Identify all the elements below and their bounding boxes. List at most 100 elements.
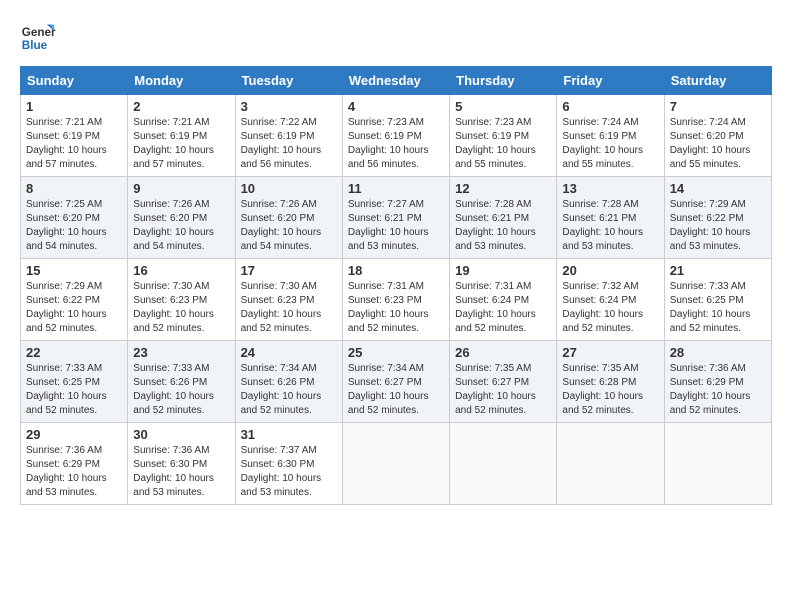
day-number: 6 — [562, 99, 658, 114]
day-number: 8 — [26, 181, 122, 196]
calendar-cell: 6 Sunrise: 7:24 AMSunset: 6:19 PMDaylight… — [557, 95, 664, 177]
day-number: 21 — [670, 263, 766, 278]
logo-icon: General Blue — [20, 20, 56, 56]
day-number: 23 — [133, 345, 229, 360]
page-header: General Blue — [20, 20, 772, 56]
calendar-week-row: 15Sunrise: 7:29 AMSunset: 6:22 PMDayligh… — [21, 259, 772, 341]
day-number: 24 — [241, 345, 337, 360]
day-number: 9 — [133, 181, 229, 196]
svg-text:General: General — [22, 26, 56, 39]
day-number: 11 — [348, 181, 444, 196]
svg-text:Blue: Blue — [22, 39, 48, 52]
day-number: 7 — [670, 99, 766, 114]
calendar-cell: 25 Sunrise: 7:34 AMSunset: 6:27 PMDayligh… — [342, 341, 449, 423]
day-info: Sunrise: 7:27 AMSunset: 6:21 PMDaylight:… — [348, 199, 429, 252]
calendar-cell: 18 Sunrise: 7:31 AMSunset: 6:23 PMDayligh… — [342, 259, 449, 341]
day-info: Sunrise: 7:33 AMSunset: 6:25 PMDaylight:… — [26, 363, 107, 416]
header-thursday: Thursday — [450, 67, 557, 95]
day-info: Sunrise: 7:24 AMSunset: 6:19 PMDaylight:… — [562, 117, 643, 170]
day-number: 5 — [455, 99, 551, 114]
day-number: 1 — [26, 99, 122, 114]
day-info: Sunrise: 7:31 AMSunset: 6:24 PMDaylight:… — [455, 281, 536, 334]
calendar-cell — [664, 423, 771, 505]
day-info: Sunrise: 7:34 AMSunset: 6:27 PMDaylight:… — [348, 363, 429, 416]
calendar-cell: 31 Sunrise: 7:37 AMSunset: 6:30 PMDayligh… — [235, 423, 342, 505]
day-number: 13 — [562, 181, 658, 196]
calendar-cell: 15Sunrise: 7:29 AMSunset: 6:22 PMDayligh… — [21, 259, 128, 341]
day-info: Sunrise: 7:33 AMSunset: 6:26 PMDaylight:… — [133, 363, 214, 416]
calendar-cell: 20 Sunrise: 7:32 AMSunset: 6:24 PMDayligh… — [557, 259, 664, 341]
header-tuesday: Tuesday — [235, 67, 342, 95]
day-number: 16 — [133, 263, 229, 278]
calendar-cell — [450, 423, 557, 505]
calendar-week-row: 1 Sunrise: 7:21 AMSunset: 6:19 PMDaylight… — [21, 95, 772, 177]
calendar-cell: 29 Sunrise: 7:36 AMSunset: 6:29 PMDayligh… — [21, 423, 128, 505]
calendar-cell: 4 Sunrise: 7:23 AMSunset: 6:19 PMDaylight… — [342, 95, 449, 177]
calendar-cell: 1 Sunrise: 7:21 AMSunset: 6:19 PMDaylight… — [21, 95, 128, 177]
day-number: 30 — [133, 427, 229, 442]
calendar-cell: 27Sunrise: 7:35 AMSunset: 6:28 PMDayligh… — [557, 341, 664, 423]
day-info: Sunrise: 7:36 AMSunset: 6:30 PMDaylight:… — [133, 445, 214, 498]
day-number: 12 — [455, 181, 551, 196]
day-number: 19 — [455, 263, 551, 278]
day-info: Sunrise: 7:35 AMSunset: 6:28 PMDaylight:… — [562, 363, 643, 416]
day-info: Sunrise: 7:21 AMSunset: 6:19 PMDaylight:… — [133, 117, 214, 170]
day-number: 18 — [348, 263, 444, 278]
logo: General Blue — [20, 20, 56, 56]
calendar-cell: 7 Sunrise: 7:24 AMSunset: 6:20 PMDaylight… — [664, 95, 771, 177]
day-info: Sunrise: 7:25 AMSunset: 6:20 PMDaylight:… — [26, 199, 107, 252]
day-info: Sunrise: 7:26 AMSunset: 6:20 PMDaylight:… — [133, 199, 214, 252]
calendar-table: SundayMondayTuesdayWednesdayThursdayFrid… — [20, 66, 772, 505]
calendar-cell: 10Sunrise: 7:26 AMSunset: 6:20 PMDayligh… — [235, 177, 342, 259]
day-number: 4 — [348, 99, 444, 114]
day-number: 29 — [26, 427, 122, 442]
day-info: Sunrise: 7:36 AMSunset: 6:29 PMDaylight:… — [26, 445, 107, 498]
day-info: Sunrise: 7:31 AMSunset: 6:23 PMDaylight:… — [348, 281, 429, 334]
day-number: 10 — [241, 181, 337, 196]
day-number: 26 — [455, 345, 551, 360]
day-info: Sunrise: 7:35 AMSunset: 6:27 PMDaylight:… — [455, 363, 536, 416]
day-info: Sunrise: 7:23 AMSunset: 6:19 PMDaylight:… — [348, 117, 429, 170]
header-sunday: Sunday — [21, 67, 128, 95]
calendar-cell: 13 Sunrise: 7:28 AMSunset: 6:21 PMDayligh… — [557, 177, 664, 259]
day-info: Sunrise: 7:29 AMSunset: 6:22 PMDaylight:… — [670, 199, 751, 252]
day-number: 2 — [133, 99, 229, 114]
calendar-cell: 8 Sunrise: 7:25 AMSunset: 6:20 PMDaylight… — [21, 177, 128, 259]
header-saturday: Saturday — [664, 67, 771, 95]
day-number: 31 — [241, 427, 337, 442]
day-info: Sunrise: 7:32 AMSunset: 6:24 PMDaylight:… — [562, 281, 643, 334]
calendar-week-row: 22 Sunrise: 7:33 AMSunset: 6:25 PMDayligh… — [21, 341, 772, 423]
day-number: 17 — [241, 263, 337, 278]
calendar-cell: 9 Sunrise: 7:26 AMSunset: 6:20 PMDaylight… — [128, 177, 235, 259]
day-info: Sunrise: 7:29 AMSunset: 6:22 PMDaylight:… — [26, 281, 107, 334]
calendar-cell: 23 Sunrise: 7:33 AMSunset: 6:26 PMDayligh… — [128, 341, 235, 423]
calendar-cell: 16 Sunrise: 7:30 AMSunset: 6:23 PMDayligh… — [128, 259, 235, 341]
day-info: Sunrise: 7:37 AMSunset: 6:30 PMDaylight:… — [241, 445, 322, 498]
header-monday: Monday — [128, 67, 235, 95]
day-number: 25 — [348, 345, 444, 360]
day-info: Sunrise: 7:28 AMSunset: 6:21 PMDaylight:… — [455, 199, 536, 252]
calendar-cell: 24 Sunrise: 7:34 AMSunset: 6:26 PMDayligh… — [235, 341, 342, 423]
day-info: Sunrise: 7:36 AMSunset: 6:29 PMDaylight:… — [670, 363, 751, 416]
day-info: Sunrise: 7:33 AMSunset: 6:25 PMDaylight:… — [670, 281, 751, 334]
day-info: Sunrise: 7:34 AMSunset: 6:26 PMDaylight:… — [241, 363, 322, 416]
day-info: Sunrise: 7:30 AMSunset: 6:23 PMDaylight:… — [133, 281, 214, 334]
calendar-cell: 2 Sunrise: 7:21 AMSunset: 6:19 PMDaylight… — [128, 95, 235, 177]
day-number: 20 — [562, 263, 658, 278]
header-friday: Friday — [557, 67, 664, 95]
day-info: Sunrise: 7:28 AMSunset: 6:21 PMDaylight:… — [562, 199, 643, 252]
calendar-cell: 30 Sunrise: 7:36 AMSunset: 6:30 PMDayligh… — [128, 423, 235, 505]
calendar-cell — [342, 423, 449, 505]
day-info: Sunrise: 7:21 AMSunset: 6:19 PMDaylight:… — [26, 117, 107, 170]
day-number: 3 — [241, 99, 337, 114]
day-info: Sunrise: 7:22 AMSunset: 6:19 PMDaylight:… — [241, 117, 322, 170]
calendar-cell — [557, 423, 664, 505]
calendar-cell: 17 Sunrise: 7:30 AMSunset: 6:23 PMDayligh… — [235, 259, 342, 341]
day-info: Sunrise: 7:30 AMSunset: 6:23 PMDaylight:… — [241, 281, 322, 334]
day-number: 22 — [26, 345, 122, 360]
calendar-cell: 28Sunrise: 7:36 AMSunset: 6:29 PMDayligh… — [664, 341, 771, 423]
calendar-week-row: 8 Sunrise: 7:25 AMSunset: 6:20 PMDaylight… — [21, 177, 772, 259]
header-wednesday: Wednesday — [342, 67, 449, 95]
calendar-week-row: 29 Sunrise: 7:36 AMSunset: 6:29 PMDayligh… — [21, 423, 772, 505]
day-info: Sunrise: 7:24 AMSunset: 6:20 PMDaylight:… — [670, 117, 751, 170]
